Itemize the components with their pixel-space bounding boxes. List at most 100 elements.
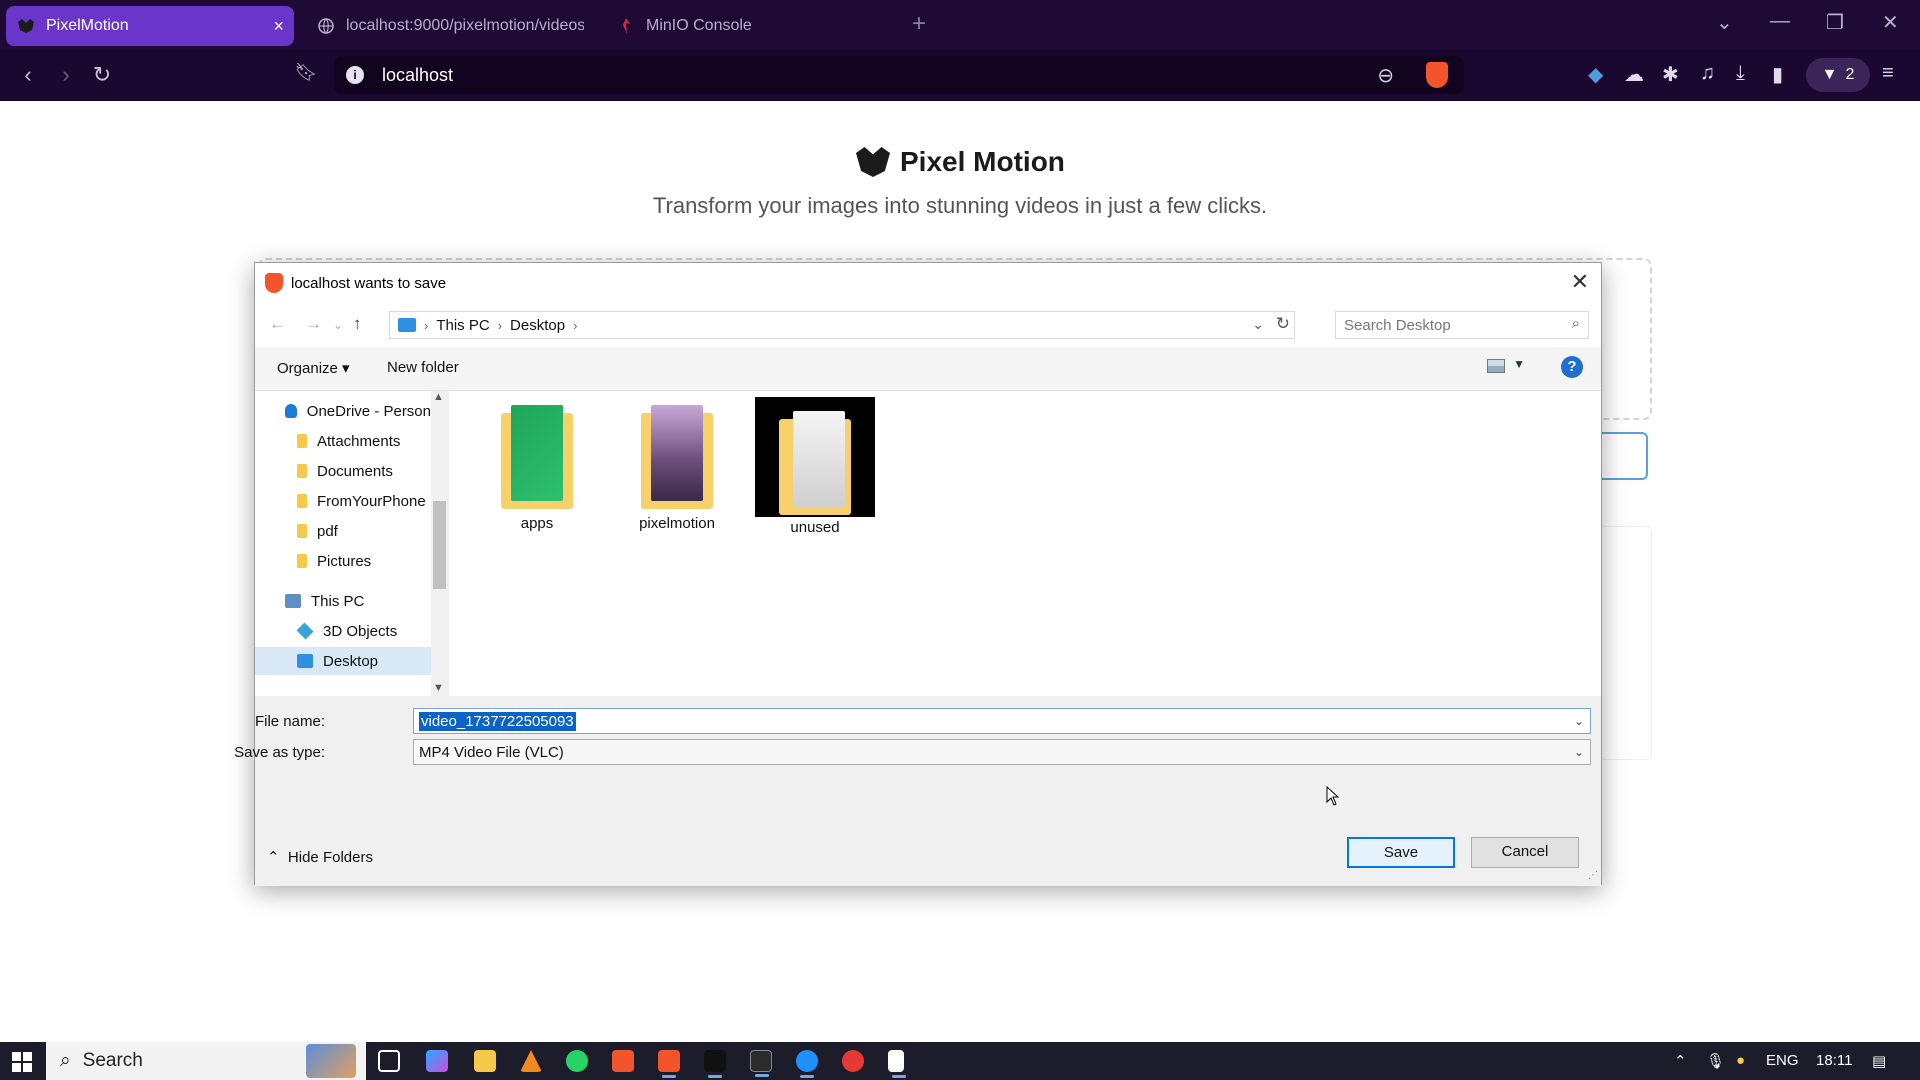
downloads-icon[interactable]: ⤓ [1736,62,1745,85]
media-music-icon[interactable]: ♫ [1700,62,1715,85]
brave-shield-icon [265,273,283,293]
folder-label: pixelmotion [639,515,715,532]
nav-item-documents[interactable]: Documents [255,457,431,485]
folder-label: apps [520,515,554,532]
command-prompt-icon[interactable] [750,1050,772,1077]
vpn-icon[interactable]: ◆ [1588,62,1603,87]
microphone-icon[interactable]: 🎙︎ [1706,1052,1725,1070]
site-info-icon[interactable]: i [346,66,364,84]
hide-folders-label: Hide Folders [287,849,373,866]
organize-button[interactable]: Organize ▾ [277,359,350,377]
forward-arrow-icon[interactable]: › [52,62,80,88]
nav-item-fromyourphone[interactable]: FromYourPhone [255,487,431,515]
notifications-icon[interactable]: ▤ [1872,1052,1886,1070]
task-view-icon[interactable] [378,1050,400,1072]
scrollbar-thumb[interactable] [433,501,446,589]
back-arrow-icon[interactable]: ‹ [14,62,42,88]
tray-chevron-up-icon[interactable]: ⌃ [1674,1052,1687,1070]
menu-hamburger-icon[interactable]: ≡ [1882,62,1894,85]
rewards-badge[interactable]: ▼ 2 [1806,58,1870,92]
brave-shields-icon[interactable] [1426,62,1448,88]
new-folder-button[interactable]: New folder [387,359,459,376]
refresh-icon[interactable]: ↻ [1276,314,1290,334]
vlc-icon[interactable] [520,1050,542,1072]
bookmark-icon[interactable]: 🔖︎ [292,62,320,83]
cancel-button[interactable]: Cancel [1471,837,1579,868]
zoom-magnifier-icon[interactable]: ⊖ [1377,63,1394,88]
pixelmotion-favicon-icon [18,18,34,34]
breadcrumb-desktop[interactable]: Desktop [510,317,565,334]
nav-item-desktop[interactable]: Desktop [255,647,431,675]
new-tab-plus-icon[interactable]: + [912,10,926,38]
file-name-input[interactable]: video_1737722505093 ⌄ [413,708,1591,734]
brand-name: Pixel Motion [900,146,1065,177]
dialog-toolbar: Organize ▾ New folder ▼ ? [255,347,1601,391]
address-bar[interactable]: i localhost ⊖ [334,56,1464,94]
rewards-count: 2 [1845,66,1855,83]
nav-item-this-pc[interactable]: This PC [255,587,431,615]
nav-item-3d-objects[interactable]: 3D Objects [255,617,431,645]
taskbar-search-box[interactable]: ⌕ Search [46,1042,366,1080]
taskbar-search-label: Search [82,1050,143,1071]
history-dropdown-icon[interactable]: ⌄ [1252,316,1264,333]
scroll-down-icon[interactable]: ▼ [433,682,444,694]
terminal-app-icon[interactable] [704,1050,726,1078]
nav-item-pdf[interactable]: pdf [255,517,431,545]
language-indicator[interactable]: ENG [1766,1052,1799,1069]
brave-icon[interactable] [612,1050,634,1072]
nav-item-attachments[interactable]: Attachments [255,427,431,455]
sidebar-toggle-icon[interactable]: ▮ [1772,62,1783,87]
cloud-extension-icon[interactable]: ☁ [1624,62,1644,87]
close-tab-icon[interactable]: × [273,16,284,37]
tab-label: localhost:9000/pixelmotion/videos/ [346,17,584,34]
navigation-scrollbar[interactable]: ▲ ▼ [431,391,448,696]
screen-recorder-icon[interactable] [842,1050,864,1072]
search-desktop-input[interactable]: Search Desktop ⌕ [1335,311,1589,339]
tab-list-chevron-icon[interactable]: ⌄ [1716,10,1733,35]
dialog-close-icon[interactable]: ✕ [1571,269,1589,295]
view-mode-icon[interactable] [1487,359,1505,373]
save-button[interactable]: Save [1347,837,1455,868]
notepad-icon[interactable] [888,1050,906,1078]
chevron-down-icon[interactable]: ⌄ [1574,745,1584,759]
folder-item-pixelmotion[interactable]: pixelmotion [617,397,737,532]
file-list: apps pixelmotion unused [449,391,1601,696]
windows-start-icon[interactable] [12,1052,32,1072]
folder-item-apps[interactable]: apps [477,397,597,532]
file-name-value: video_1737722505093 [419,712,576,731]
view-dropdown-icon[interactable]: ▼ [1513,357,1525,371]
folder-item-unused[interactable]: unused [755,397,875,536]
reload-icon[interactable]: ↻ [88,62,116,88]
tab-pixelmotion[interactable]: PixelMotion × [6,6,294,46]
resize-grip-icon[interactable]: ⋰ [1588,870,1598,881]
back-arrow-icon[interactable]: ← [269,314,286,334]
minimize-icon[interactable]: — [1770,10,1790,33]
brave-active-icon[interactable] [658,1050,680,1078]
close-window-icon[interactable]: ✕ [1882,10,1899,35]
breadcrumb-this-pc[interactable]: This PC [436,317,489,334]
help-icon[interactable]: ? [1561,356,1583,378]
scroll-up-icon[interactable]: ▲ [433,391,444,403]
browser-app-icon[interactable] [796,1050,818,1078]
extensions-puzzle-icon[interactable]: ✱ [1662,62,1679,87]
forward-arrow-icon[interactable]: → [305,314,322,334]
hide-folders-toggle[interactable]: ⌃ Hide Folders [267,848,373,866]
file-explorer-icon[interactable] [474,1050,496,1072]
nav-item-onedrive[interactable]: OneDrive - Person [255,397,431,425]
url-text: localhost [382,65,454,85]
tab-minio-console[interactable]: MinIO Console [606,6,896,46]
tab-minio-videos[interactable]: localhost:9000/pixelmotion/videos/ [306,6,596,46]
weather-icon[interactable]: ● [1736,1052,1745,1069]
clock-time[interactable]: 18:11 [1816,1052,1852,1069]
breadcrumb[interactable]: › This PC › Desktop › ⌄ ↻ [389,311,1295,339]
save-type-select[interactable]: MP4 Video File (VLC) ⌄ [413,739,1591,765]
chevron-down-icon[interactable]: ⌄ [1574,714,1584,728]
whatsapp-icon[interactable] [566,1050,588,1072]
restore-icon[interactable]: ❐ [1826,10,1844,35]
nav-item-pictures[interactable]: Pictures [255,547,431,575]
cloud-icon [285,404,297,418]
recent-chevron-icon[interactable]: ⌄ [333,318,343,332]
copilot-icon[interactable] [426,1050,448,1072]
nav-item-label: Documents [317,462,393,480]
up-arrow-icon[interactable]: ↑ [353,314,362,334]
